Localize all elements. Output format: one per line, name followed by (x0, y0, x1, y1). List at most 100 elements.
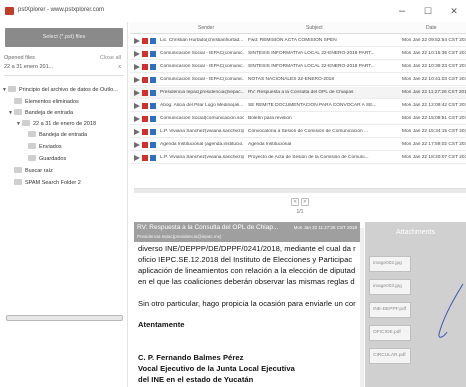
envelope-icon (150, 129, 156, 135)
message-date: Mon Jan 22 11:27:26 CST 2018 (293, 225, 357, 230)
folder-icon (14, 109, 22, 115)
cell-date: Mon Jan 22 11:27:26 CST 2018 (402, 90, 466, 95)
tree-node-inbox[interactable]: ▼ Bandeja de entrada (8, 109, 73, 120)
maximize-button[interactable]: ☐ (420, 3, 436, 19)
cell-subject: Boletín para revisión (248, 116, 292, 121)
attachment-item[interactable]: image002.jpg (369, 256, 411, 272)
column-header-date[interactable]: Date (426, 25, 437, 31)
opened-files-label: Opened files (4, 55, 35, 61)
envelope-icon (150, 103, 156, 109)
tree-node-spam-search[interactable]: SPAM Search Folder 2 (14, 179, 81, 190)
cell-sender: Comunicación Social - IEPAC(comunic... (160, 64, 244, 69)
previous-page-button[interactable]: < (291, 198, 300, 206)
table-row[interactable]: Comunicación Social - IEPAC(comunic... NO… (130, 74, 466, 86)
cell-sender: Presidencia Iepac(presidencia@iepac... (160, 90, 244, 95)
table-row[interactable]: Comunicación Social - IEPAC(comunic... SÍ… (130, 48, 466, 60)
attachment-clip-icon (134, 155, 140, 161)
table-row[interactable]: Comunicación Social - IEPAC(comunic... SÍ… (130, 61, 466, 73)
message-vertical-scrollbar[interactable] (360, 228, 364, 387)
attachments-title: Attachments (396, 229, 435, 236)
envelope-icon (150, 77, 156, 83)
attachment-item[interactable]: OFICIOE.pdf (369, 325, 411, 341)
cell-sender: Agenda Institucional (agenda.institucio.… (160, 142, 244, 147)
flag-icon (142, 129, 148, 135)
body-line: oficio IEPC.SE.12.2018 del Instituto de … (138, 255, 353, 264)
table-row[interactable]: Presidencia Iepac(presidencia@iepac... RV… (130, 87, 466, 99)
cell-subject: Proyecto de Acta de Sesión de la Comisió… (248, 155, 369, 160)
body-line: en el que las coaliciones deberán observ… (138, 277, 355, 286)
message-list-horizontal-scrollbar[interactable] (134, 188, 466, 193)
envelope-icon (150, 51, 156, 57)
attachment-clip-icon (134, 38, 140, 44)
tree-node-saved[interactable]: Guardados (28, 155, 66, 166)
cell-date: Mon Jan 22 15:34:15 CST 2018 (402, 129, 466, 134)
flag-icon (142, 77, 148, 83)
minimize-button[interactable]: – (394, 3, 410, 19)
envelope-icon (150, 116, 156, 122)
flag-icon (142, 90, 148, 96)
table-row[interactable]: Agenda Institucional (agenda.institucio.… (130, 139, 466, 151)
flag-icon (142, 64, 148, 70)
attachment-clip-icon (134, 51, 140, 57)
attachment-clip-icon (134, 116, 140, 122)
folder-icon (14, 98, 22, 104)
flag-icon (142, 155, 148, 161)
pager: < > 1/1 (280, 198, 320, 220)
message-subject: RV: Respuesta a la Consulta del OPL de C… (137, 224, 279, 231)
tree-node-sub-inbox[interactable]: Bandeja de entrada (28, 131, 87, 142)
tree-node-date-range[interactable]: ▼ 22 a 31 de enero de 2018 (16, 120, 96, 131)
attachment-clip-icon (134, 90, 140, 96)
close-button[interactable]: ✕ (446, 3, 462, 19)
close-file-icon[interactable]: x (118, 64, 121, 70)
attachment-item[interactable]: CIRCULAR.pdf (369, 348, 411, 364)
body-line: Sin otro particular, hago propicia la oc… (138, 299, 356, 308)
table-row[interactable]: Lic. Christian Hurtado(christianhurtad..… (130, 35, 466, 47)
attachment-clip-icon (134, 103, 140, 109)
cell-sender: Comunicación Social - IEPAC(comunic... (160, 51, 244, 56)
tree-node-search-root[interactable]: Buscar raíz (14, 167, 53, 178)
opened-file-item[interactable]: 22 a 31 enero 201... x (4, 64, 124, 76)
attachment-item[interactable]: INE-DEPPF.pdf (369, 302, 411, 318)
select-pst-files-button[interactable]: Select (*.pst) files (5, 28, 123, 47)
folder-icon (14, 179, 22, 185)
signature-scribble (438, 283, 464, 338)
flag-icon (142, 38, 148, 44)
attachment-clip-icon (134, 129, 140, 135)
column-header-subject[interactable]: Subject (306, 25, 323, 31)
app-icon (5, 7, 14, 15)
tree-node-deleted[interactable]: Elementos eliminados (14, 98, 79, 109)
cell-date: Mon Jan 22 15:08:51 CST 2018 (402, 116, 466, 121)
message-header: RV: Respuesta a la Consulta del OPL de C… (134, 222, 360, 242)
tree-node-sent[interactable]: Enviados (28, 143, 62, 154)
cell-date: Mon Jan 22 17:59:02 CST 2018 (402, 142, 466, 147)
cell-subject: Convocatoria a Sesión de Comisión de Com… (248, 129, 368, 134)
cell-date: Mon Jan 22 12:09:42 CST 2018 (402, 103, 466, 108)
folder-icon (28, 155, 36, 161)
folder-icon (28, 131, 36, 137)
close-all-link[interactable]: Close all (100, 55, 121, 61)
envelope-icon (150, 155, 156, 161)
sidebar-horizontal-scrollbar[interactable] (6, 315, 123, 321)
title-bar: pstXplorer - www.pstxplorer.com – ☐ ✕ (0, 0, 466, 22)
page-indicator: 1/1 (296, 209, 304, 215)
attachment-item[interactable]: image003.jpg (369, 279, 411, 295)
cell-subject: SE REMITE DOCUMENTACIÓN PARA CONVOCAR A … (248, 103, 377, 108)
cell-date: Mon Jan 22 10:15:36 CST 2018 (402, 51, 466, 56)
table-row[interactable]: L.P. Viviana Sanchez(viviana.sanchez@...… (130, 152, 466, 164)
attachment-clip-icon (134, 77, 140, 83)
body-line: Atentamente (138, 320, 185, 329)
signature-name: C. P. Fernando Balmes Pérez (138, 353, 244, 362)
next-page-button[interactable]: > (300, 198, 309, 206)
table-row[interactable]: Abog. Alicia del Pilar Lugo Medina(ali..… (130, 100, 466, 112)
attachment-clip-icon (134, 64, 140, 70)
cell-date: Mon Jan 22 10:41:03 CST 2018 (402, 77, 466, 82)
cell-subject: RV: Respuesta a la Consulta del OPL de C… (248, 90, 354, 95)
signature-title: Vocal Ejecutivo de la Junta Local Ejecut… (138, 364, 295, 373)
table-row[interactable]: L.P. Viviana Sanchez(viviana.sanchez@...… (130, 126, 466, 138)
cell-sender: Abog. Alicia del Pilar Lugo Medina(ali..… (160, 103, 244, 108)
cell-sender: Comunicación Social(comunicacion.soc... (160, 116, 244, 121)
tree-node-root[interactable]: ▼ Principio del archivo de datos de Outlo… (2, 86, 118, 97)
flag-icon (142, 51, 148, 57)
column-header-sender[interactable]: Sender (198, 25, 214, 31)
table-row[interactable]: Comunicación Social(comunicacion.soc... B… (130, 113, 466, 125)
